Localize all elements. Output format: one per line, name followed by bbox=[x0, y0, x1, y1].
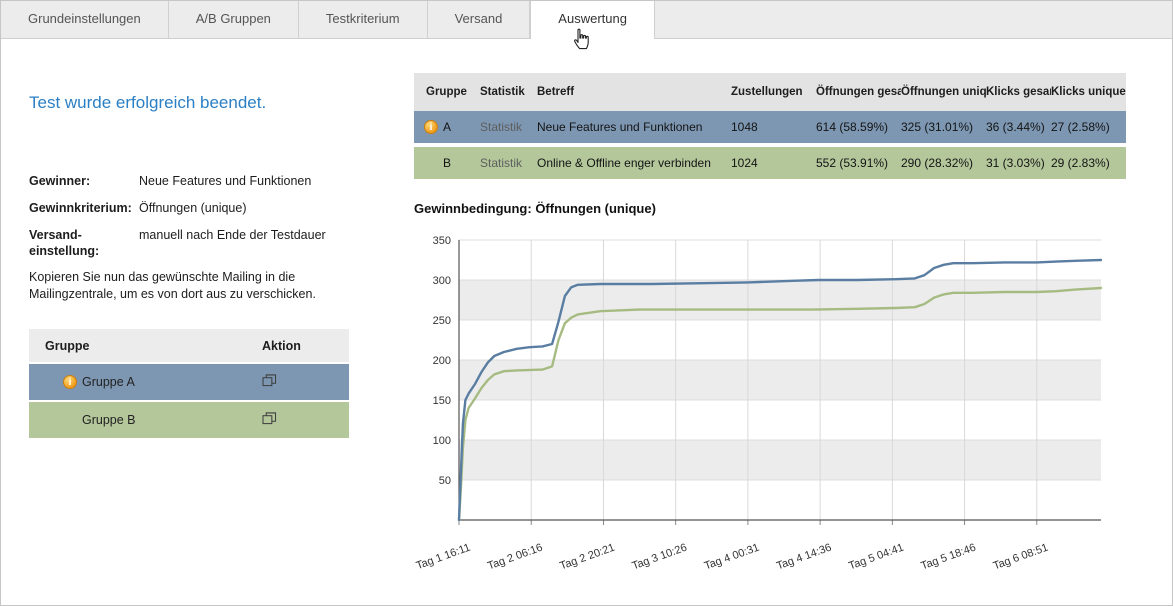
col-oeffnungen-gesamt: Öffnungen gesamt bbox=[816, 81, 901, 103]
oeffnungen-unique-a: 325 (31.01%) bbox=[901, 120, 986, 134]
info-icon: i bbox=[424, 120, 438, 134]
svg-text:Tag 4 00:31: Tag 4 00:31 bbox=[703, 542, 761, 569]
results-table-header: Gruppe Statistik Betreff Zustellungen Öf… bbox=[414, 73, 1126, 111]
criterion-label: Gewinnkriterium: bbox=[29, 200, 139, 216]
svg-text:Tag 2 06:16: Tag 2 06:16 bbox=[486, 542, 544, 569]
klicks-gesamt-b: 31 (3.03%) bbox=[986, 156, 1051, 170]
tab-auswertung[interactable]: Auswertung bbox=[530, 1, 655, 39]
dispatch-value: manuell nach Ende der Testdauer bbox=[139, 227, 351, 259]
tab-bar: Grundeinstellungen A/B Gruppen Testkrite… bbox=[1, 1, 1172, 39]
svg-text:Tag 1 16:11: Tag 1 16:11 bbox=[415, 542, 472, 569]
group-a-label: Gruppe A bbox=[82, 375, 135, 389]
svg-text:Tag 5 04:41: Tag 5 04:41 bbox=[847, 542, 905, 569]
group-b-label: Gruppe B bbox=[82, 413, 136, 427]
col-gruppe: Gruppe bbox=[414, 81, 480, 103]
betreff-a: Neue Features und Funktionen bbox=[537, 120, 731, 134]
svg-text:100: 100 bbox=[433, 435, 451, 447]
klicks-unique-a: 27 (2.58%) bbox=[1051, 120, 1126, 134]
statistik-link-a[interactable]: Statistik bbox=[480, 120, 537, 134]
instruction-note: Kopieren Sie nun das gewünschte Mailing … bbox=[29, 269, 349, 303]
col-oeffnungen-unique: Öffnungen unique bbox=[901, 81, 986, 103]
results-table: Gruppe Statistik Betreff Zustellungen Öf… bbox=[414, 73, 1126, 179]
summary-fields: Gewinner: Neue Features und Funktionen G… bbox=[29, 173, 351, 259]
col-betreff: Betreff bbox=[537, 81, 731, 103]
klicks-gesamt-a: 36 (3.44%) bbox=[986, 120, 1051, 134]
oeffnungen-gesamt-b: 552 (53.91%) bbox=[816, 156, 901, 170]
winner-value: Neue Features und Funktionen bbox=[139, 173, 351, 189]
svg-text:150: 150 bbox=[433, 395, 451, 407]
tab-grundeinstellungen[interactable]: Grundeinstellungen bbox=[1, 1, 169, 38]
svg-text:Tag 3 10:26: Tag 3 10:26 bbox=[631, 542, 689, 569]
svg-text:200: 200 bbox=[433, 355, 451, 367]
left-panel: Test wurde erfolgreich beendet. Gewinner… bbox=[29, 93, 351, 438]
statistik-link-b[interactable]: Statistik bbox=[480, 156, 537, 170]
svg-text:50: 50 bbox=[439, 475, 451, 487]
zustellungen-a: 1048 bbox=[731, 120, 816, 134]
result-row-b[interactable]: B Statistik Online & Offline enger verbi… bbox=[414, 147, 1126, 179]
tab-ab-gruppen[interactable]: A/B Gruppen bbox=[169, 1, 299, 38]
winner-label: Gewinner: bbox=[29, 173, 139, 189]
tab-testkriterium[interactable]: Testkriterium bbox=[299, 1, 428, 38]
chart-title: Gewinnbedingung: Öffnungen (unique) bbox=[414, 201, 1126, 216]
svg-text:300: 300 bbox=[433, 275, 451, 287]
group-row-b[interactable]: Gruppe B bbox=[29, 402, 349, 438]
winner-chart: 50 100 150 200 250 300 350 Tag 1 16:11 Tag 2 06:… bbox=[414, 224, 1114, 569]
group-a-id: A bbox=[443, 120, 451, 134]
group-table: Gruppe Aktion i Gruppe A bbox=[29, 329, 349, 438]
svg-text:Tag 6 08:51: Tag 6 08:51 bbox=[992, 542, 1050, 569]
col-klicks-unique: Klicks unique bbox=[1051, 81, 1126, 103]
group-table-header: Gruppe Aktion bbox=[29, 329, 349, 362]
betreff-b: Online & Offline enger verbinden bbox=[537, 156, 731, 170]
svg-text:Tag 4 14:36: Tag 4 14:36 bbox=[775, 542, 833, 569]
ab-test-evaluation-page: Grundeinstellungen A/B Gruppen Testkrite… bbox=[0, 0, 1173, 606]
col-klicks-gesamt: Klicks gesamt bbox=[986, 81, 1051, 103]
group-row-a[interactable]: i Gruppe A bbox=[29, 364, 349, 400]
svg-text:350: 350 bbox=[433, 235, 451, 247]
col-aktion: Aktion bbox=[234, 339, 349, 353]
col-statistik: Statistik bbox=[480, 81, 537, 103]
criterion-value: Öffnungen (unique) bbox=[139, 200, 351, 216]
svg-text:Tag 2 20:21: Tag 2 20:21 bbox=[558, 542, 616, 569]
chart-block: Gewinnbedingung: Öffnungen (unique) 50 10… bbox=[414, 201, 1126, 574]
success-message: Test wurde erfolgreich beendet. bbox=[29, 93, 351, 113]
dispatch-label: Versand-einstellung: bbox=[29, 227, 139, 259]
info-icon: i bbox=[63, 375, 77, 389]
col-zustellungen: Zustellungen bbox=[731, 81, 816, 103]
group-b-id: B bbox=[443, 156, 451, 170]
copy-action-icon[interactable] bbox=[262, 374, 277, 387]
svg-text:250: 250 bbox=[433, 315, 451, 327]
oeffnungen-gesamt-a: 614 (58.59%) bbox=[816, 120, 901, 134]
oeffnungen-unique-b: 290 (28.32%) bbox=[901, 156, 986, 170]
tab-versand[interactable]: Versand bbox=[428, 1, 531, 38]
zustellungen-b: 1024 bbox=[731, 156, 816, 170]
col-gruppe: Gruppe bbox=[29, 339, 234, 353]
svg-text:Tag 5 18:46: Tag 5 18:46 bbox=[919, 542, 977, 569]
result-row-a[interactable]: i A Statistik Neue Features und Funktion… bbox=[414, 111, 1126, 143]
klicks-unique-b: 29 (2.83%) bbox=[1051, 156, 1126, 170]
copy-action-icon[interactable] bbox=[262, 412, 277, 425]
